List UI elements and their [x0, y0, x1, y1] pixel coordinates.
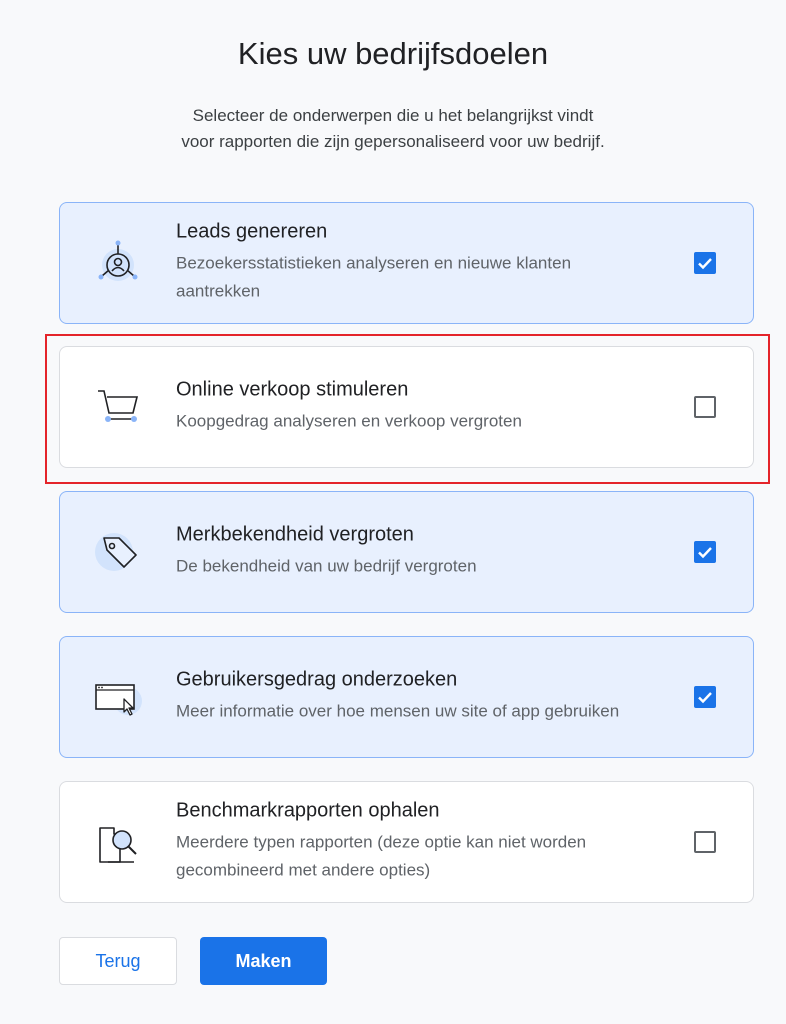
- subtitle-line-2: voor rapporten die zijn gepersonaliseerd…: [181, 132, 605, 151]
- option-text: Leads genereren Bezoekersstatistieken an…: [176, 221, 643, 306]
- checkbox-user-behavior[interactable]: [694, 686, 716, 708]
- page-title: Kies uw bedrijfsdoelen: [237, 36, 549, 71]
- report-magnifier-icon: [99, 827, 137, 863]
- create-button[interactable]: Maken: [200, 937, 327, 985]
- option-description: Bezoekersstatistieken analyseren en nieu…: [176, 253, 572, 301]
- browser-cursor-icon: [95, 684, 142, 716]
- option-card-leads[interactable]: Leads genereren Bezoekersstatistieken an…: [59, 202, 754, 324]
- option-text: Gebruikersgedrag onderzoeken Meer inform…: [176, 669, 643, 726]
- option-title: Merkbekendheid vergroten: [176, 523, 414, 546]
- checkmark-icon: [698, 692, 712, 704]
- option-title: Leads genereren: [176, 220, 328, 243]
- option-card-brand-awareness[interactable]: Merkbekendheid vergroten De bekendheid v…: [59, 491, 754, 613]
- checkbox-leads[interactable]: [694, 252, 716, 274]
- checkmark-icon: [698, 258, 712, 270]
- checkbox-brand-awareness[interactable]: [694, 541, 716, 563]
- checkbox-benchmark[interactable]: [694, 831, 716, 853]
- option-description: De bekendheid van uw bedrijf vergroten: [176, 556, 477, 576]
- option-card-benchmark[interactable]: Benchmarkrapporten ophalen Meerdere type…: [59, 781, 754, 903]
- checkmark-icon: [698, 547, 712, 559]
- option-description: Meerdere typen rapporten (deze optie kan…: [176, 832, 587, 880]
- page-subtitle: Selecteer de onderwerpen die u het belan…: [0, 103, 786, 155]
- option-text: Benchmarkrapporten ophalen Meerdere type…: [176, 800, 643, 885]
- tag-icon: [95, 533, 137, 571]
- option-title: Gebruikersgedrag onderzoeken: [176, 668, 458, 691]
- option-description: Meer informatie over hoe mensen uw site …: [176, 701, 620, 721]
- highlight-box: [45, 334, 770, 484]
- subtitle-line-1: Selecteer de onderwerpen die u het belan…: [192, 106, 594, 125]
- option-card-user-behavior[interactable]: Gebruikersgedrag onderzoeken Meer inform…: [59, 636, 754, 758]
- person-network-icon: [98, 240, 138, 281]
- option-text: Merkbekendheid vergroten De bekendheid v…: [176, 524, 643, 581]
- back-button[interactable]: Terug: [59, 937, 177, 985]
- option-title: Benchmarkrapporten ophalen: [176, 799, 440, 822]
